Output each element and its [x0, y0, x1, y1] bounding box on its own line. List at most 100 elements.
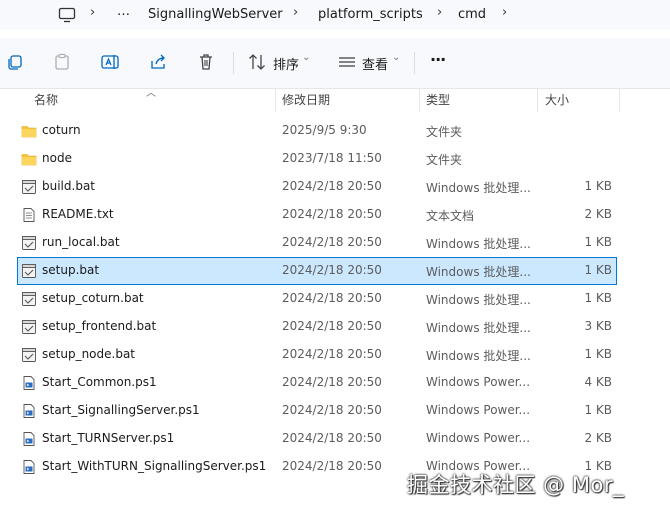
- chevron-right-icon[interactable]: ›: [502, 5, 507, 20]
- file-date: 2025/9/5 9:30: [282, 123, 367, 137]
- overflow-crumb[interactable]: …: [117, 4, 130, 19]
- copy-icon[interactable]: [5, 52, 25, 72]
- file-size: 1 KB: [584, 179, 612, 193]
- file-row[interactable]: setup_frontend.bat 2024/2/18 20:50 Windows…: [18, 314, 616, 340]
- file-row[interactable]: Start_SignallingServer.ps1 2024/2/18 20:5…: [18, 398, 616, 424]
- column-divider[interactable]: [275, 88, 276, 112]
- watermark-text: 掘金技术社区 @ Mor_: [407, 473, 624, 497]
- paste-icon[interactable]: [52, 52, 72, 72]
- file-type: Windows Power...: [426, 403, 531, 417]
- file-date: 2024/2/18 20:50: [282, 263, 382, 277]
- sort-icon[interactable]: [247, 52, 267, 72]
- file-name: Start_Common.ps1: [42, 375, 157, 389]
- view-icon[interactable]: [337, 52, 357, 72]
- file-date: 2024/2/18 20:50: [282, 179, 382, 193]
- file-row[interactable]: run_local.bat 2024/2/18 20:50 Windows 批处理.…: [18, 230, 616, 256]
- toolbar-divider: [233, 52, 234, 74]
- powershell-file-icon: [21, 375, 37, 391]
- file-date: 2024/2/18 20:50: [282, 291, 382, 305]
- address-bar: › … SignallingWebServer › platform_scrip…: [0, 0, 670, 30]
- file-date: 2024/2/18 20:50: [282, 207, 382, 221]
- file-type: Windows 批处理...: [426, 237, 531, 251]
- breadcrumb-platform-scripts[interactable]: platform_scripts: [318, 7, 423, 22]
- file-type: Windows 批处理...: [426, 265, 531, 279]
- file-name: Start_SignallingServer.ps1: [42, 403, 200, 417]
- column-header-date[interactable]: 修改日期: [282, 88, 330, 112]
- more-options-button[interactable]: ···: [430, 50, 446, 69]
- toolbar-divider: [414, 52, 415, 74]
- file-date: 2024/2/18 20:50: [282, 431, 382, 445]
- file-name: build.bat: [42, 179, 95, 193]
- batch-file-icon: [21, 179, 37, 195]
- file-name: coturn: [42, 123, 81, 137]
- file-row[interactable]: setup_coturn.bat 2024/2/18 20:50 Windows 批…: [18, 286, 616, 312]
- file-row[interactable]: setup_node.bat 2024/2/18 20:50 Windows 批处理…: [18, 342, 616, 368]
- file-date: 2024/2/18 20:50: [282, 403, 382, 417]
- folder-icon: [21, 151, 37, 167]
- file-row[interactable]: node 2023/7/18 11:50 文件夹: [18, 146, 616, 172]
- view-button[interactable]: 查看: [362, 54, 388, 73]
- file-date: 2024/2/18 20:50: [282, 459, 382, 473]
- file-size: 1 KB: [584, 291, 612, 305]
- file-type: 文件夹: [426, 153, 463, 167]
- breadcrumb-cmd[interactable]: cmd: [458, 7, 486, 22]
- text-file-icon: [21, 207, 37, 223]
- column-divider[interactable]: [619, 88, 620, 112]
- chevron-down-icon[interactable]: ⌄: [302, 52, 310, 63]
- chevron-right-icon[interactable]: ›: [437, 5, 442, 20]
- powershell-file-icon: [21, 403, 37, 419]
- column-header-name[interactable]: 名称: [34, 88, 58, 112]
- file-type: 文本文档: [426, 209, 475, 223]
- file-type: Windows Power...: [426, 431, 531, 445]
- file-name: setup_coturn.bat: [42, 291, 144, 305]
- file-name: run_local.bat: [42, 235, 120, 249]
- file-row[interactable]: build.bat 2024/2/18 20:50 Windows 批处理... 1 …: [18, 174, 616, 200]
- file-name: setup_frontend.bat: [42, 319, 157, 333]
- batch-file-icon: [21, 291, 37, 307]
- file-row[interactable]: Start_TURNServer.ps1 2024/2/18 20:50 Windo…: [18, 426, 616, 452]
- file-type: Windows 批处理...: [426, 181, 531, 195]
- file-name: setup_node.bat: [42, 347, 135, 361]
- file-row[interactable]: setup.bat 2024/2/18 20:50 Windows 批处理... 1 …: [17, 257, 617, 285]
- batch-file-icon: [21, 347, 37, 363]
- chevron-right-icon[interactable]: ›: [90, 5, 95, 20]
- file-row[interactable]: README.txt 2024/2/18 20:50 文本文档 2 KB: [18, 202, 616, 228]
- chevron-down-icon[interactable]: ⌄: [392, 52, 400, 63]
- rename-icon[interactable]: [100, 52, 120, 72]
- file-date: 2024/2/18 20:50: [282, 319, 382, 333]
- column-header-type[interactable]: 类型: [426, 88, 450, 112]
- column-divider[interactable]: [419, 88, 420, 112]
- batch-file-icon: [21, 235, 37, 251]
- file-type: Windows Power...: [426, 375, 531, 389]
- powershell-file-icon: [21, 459, 37, 475]
- file-size: 4 KB: [584, 375, 612, 389]
- delete-icon[interactable]: [196, 52, 216, 72]
- file-size: 1 KB: [584, 235, 612, 249]
- file-name: Start_TURNServer.ps1: [42, 431, 175, 445]
- chevron-right-icon[interactable]: ›: [293, 5, 298, 20]
- file-type: Windows 批处理...: [426, 293, 531, 307]
- file-type: Windows 批处理...: [426, 321, 531, 335]
- file-size: 1 KB: [584, 263, 612, 277]
- file-size: 2 KB: [584, 431, 612, 445]
- file-size: 1 KB: [584, 347, 612, 361]
- breadcrumb-signallingwebserver[interactable]: SignallingWebServer: [148, 7, 283, 22]
- command-bar: 排序 ⌄ 查看 ⌄ ···: [0, 38, 670, 89]
- batch-file-icon: [21, 319, 37, 335]
- file-size: 3 KB: [584, 319, 612, 333]
- file-type: Windows 批处理...: [426, 349, 531, 363]
- file-size: 2 KB: [584, 207, 612, 221]
- share-icon[interactable]: [148, 52, 168, 72]
- folder-icon: [21, 123, 37, 139]
- sort-ascending-icon: ︿: [146, 88, 156, 99]
- file-row[interactable]: Start_Common.ps1 2024/2/18 20:50 Windows P…: [18, 370, 616, 396]
- file-name: setup.bat: [42, 263, 100, 277]
- sort-button[interactable]: 排序: [273, 54, 299, 73]
- this-pc-icon[interactable]: [58, 6, 76, 24]
- column-header-row: ︿ 名称 修改日期 类型 大小: [0, 88, 670, 112]
- file-row[interactable]: coturn 2025/9/5 9:30 文件夹: [18, 118, 616, 144]
- file-name: Start_WithTURN_SignallingServer.ps1: [42, 459, 267, 473]
- column-divider[interactable]: [537, 88, 538, 112]
- file-type: 文件夹: [426, 125, 463, 139]
- column-header-size[interactable]: 大小: [545, 88, 569, 112]
